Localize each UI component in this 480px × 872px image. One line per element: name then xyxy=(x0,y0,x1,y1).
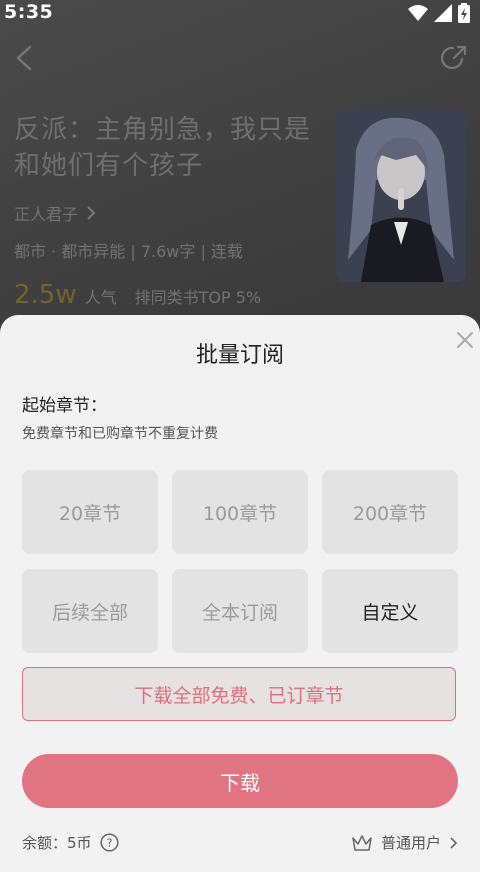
signal-icon xyxy=(434,4,452,22)
author-name: 正人君子 xyxy=(14,205,79,224)
option-all-following[interactable]: 后续全部 xyxy=(22,569,158,653)
popularity: 2.5w 人气 排同类书TOP 5% xyxy=(14,280,261,310)
popularity-label: 人气 xyxy=(84,288,117,307)
start-chapter-label: 起始章节： xyxy=(22,396,107,416)
status-icons xyxy=(408,3,470,23)
book-cover xyxy=(336,110,466,282)
crown-icon xyxy=(352,834,372,851)
battery-icon xyxy=(458,3,470,23)
option-full-book[interactable]: 全本订阅 xyxy=(172,569,308,653)
user-level-link[interactable]: 普通用户 xyxy=(351,832,458,853)
book-title: 反派：主角别急，我只是和她们有个孩子 xyxy=(14,115,312,181)
balance-info: 余额：5币 ? xyxy=(22,832,119,853)
sheet-title: 批量订阅 xyxy=(195,343,284,368)
status-bar: 5:35 xyxy=(0,0,480,26)
balance-text: 余额：5币 xyxy=(22,834,92,852)
chevron-right-icon xyxy=(450,836,458,849)
author-link[interactable]: 正人君子 xyxy=(14,201,96,225)
rank-text: 排同类书TOP 5% xyxy=(134,288,262,307)
option-20-chapters[interactable]: 20章节 xyxy=(22,470,158,554)
billing-note: 免费章节和已购章节不重复计费 xyxy=(22,426,218,442)
status-time: 5:35 xyxy=(4,1,54,23)
option-200-chapters[interactable]: 200章节 xyxy=(322,470,458,554)
user-level-text: 普通用户 xyxy=(380,834,441,852)
cover-illustration xyxy=(336,110,466,282)
back-icon[interactable] xyxy=(12,44,36,72)
popularity-value: 2.5w xyxy=(14,280,77,310)
download-all-free-button[interactable]: 下载全部免费、已订章节 xyxy=(22,667,456,721)
chevron-right-icon xyxy=(87,206,96,220)
option-custom[interactable]: 自定义 xyxy=(322,569,458,653)
help-icon[interactable]: ? xyxy=(99,833,119,852)
download-button[interactable]: 下载 xyxy=(22,754,458,808)
share-icon[interactable] xyxy=(440,44,468,72)
option-100-chapters[interactable]: 100章节 xyxy=(172,470,308,554)
wifi-icon xyxy=(408,5,428,21)
svg-text:?: ? xyxy=(106,837,112,850)
book-meta: 都市 · 都市异能 | 7.6w字 | 连载 xyxy=(14,242,243,261)
